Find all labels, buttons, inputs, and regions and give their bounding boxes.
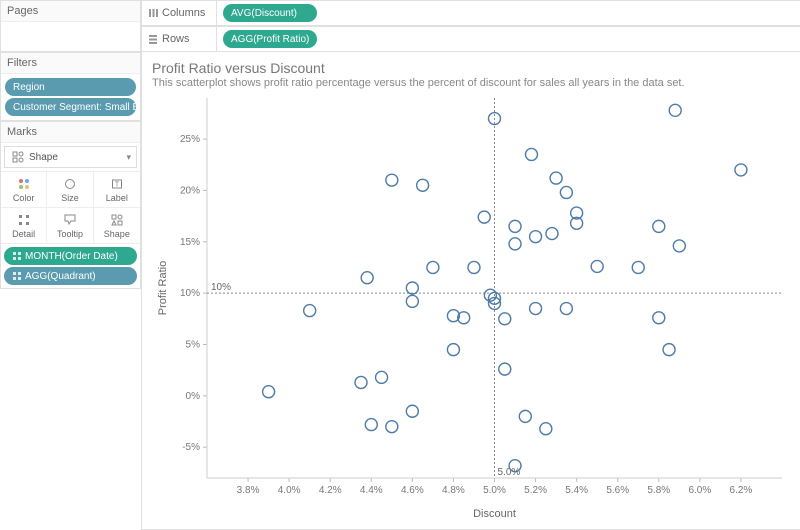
- svg-text:5.8%: 5.8%: [647, 485, 670, 496]
- svg-text:5.2%: 5.2%: [524, 485, 547, 496]
- columns-label: Columns: [162, 7, 205, 19]
- svg-text:10%: 10%: [211, 282, 231, 293]
- mark-type-dropdown[interactable]: Shape: [4, 146, 137, 168]
- filter-pill[interactable]: Customer Segment: Small Busin...: [5, 98, 136, 116]
- mark-pill[interactable]: MONTH(Order Date): [4, 247, 137, 265]
- svg-text:5.4%: 5.4%: [565, 485, 588, 496]
- svg-text:0%: 0%: [186, 391, 201, 402]
- detail-icon: [17, 213, 31, 227]
- tooltip-icon: [63, 213, 77, 227]
- columns-pill[interactable]: AVG(Discount): [223, 4, 317, 22]
- svg-text:5.6%: 5.6%: [606, 485, 629, 496]
- marks-tooltip[interactable]: Tooltip: [47, 208, 93, 244]
- filter-pill[interactable]: Region: [5, 78, 136, 96]
- svg-text:5%: 5%: [186, 339, 201, 350]
- svg-text:4.0%: 4.0%: [278, 485, 301, 496]
- columns-icon: [148, 8, 158, 18]
- marks-shape[interactable]: Shape: [94, 208, 140, 244]
- shape-card-icon: [110, 213, 124, 227]
- filters-header: Filters: [1, 53, 140, 74]
- shape-icon: [11, 150, 25, 164]
- svg-text:4.8%: 4.8%: [442, 485, 465, 496]
- marks-size[interactable]: Size: [47, 172, 93, 208]
- svg-text:-5%: -5%: [182, 442, 200, 453]
- chart-area[interactable]: -5% 0% 5% 10% 15% 20% 25% 3.8% 4.0% 4.2% 4.4% 4.6% 4…: [152, 93, 792, 523]
- svg-text:6.0%: 6.0%: [688, 485, 711, 496]
- marks-color[interactable]: Color: [1, 172, 47, 208]
- chart-title: Profit Ratio versus Discount: [152, 60, 792, 76]
- pages-panel: Pages: [0, 0, 141, 52]
- filters-body[interactable]: Region Customer Segment: Small Busin...: [1, 74, 140, 120]
- marks-detail[interactable]: Detail: [1, 208, 47, 244]
- marks-header: Marks: [1, 122, 140, 143]
- size-icon: [63, 177, 77, 191]
- marks-pills[interactable]: MONTH(Order Date) AGG(Quadrant): [1, 244, 140, 288]
- svg-text:15%: 15%: [180, 237, 200, 248]
- marks-label[interactable]: T Label: [94, 172, 140, 208]
- rows-icon: [148, 34, 158, 44]
- svg-text:5.0%: 5.0%: [483, 485, 506, 496]
- marks-grid: Color Size T Label Detail Tooltip: [1, 171, 140, 244]
- svg-text:4.6%: 4.6%: [401, 485, 424, 496]
- filters-panel: Filters Region Customer Segment: Small Bu…: [0, 52, 141, 121]
- svg-text:10%: 10%: [180, 288, 200, 299]
- svg-text:25%: 25%: [180, 134, 200, 145]
- svg-text:Discount: Discount: [473, 508, 516, 520]
- rows-label: Rows: [162, 33, 190, 45]
- chart-subtitle: This scatterplot shows profit ratio perc…: [152, 77, 792, 89]
- svg-text:5.0%: 5.0%: [498, 467, 521, 478]
- pages-header: Pages: [1, 1, 140, 22]
- svg-text:20%: 20%: [180, 185, 200, 196]
- svg-text:6.2%: 6.2%: [730, 485, 753, 496]
- label-icon: T: [110, 177, 124, 191]
- svg-text:3.8%: 3.8%: [237, 485, 260, 496]
- svg-text:T: T: [115, 181, 120, 188]
- mark-pill[interactable]: AGG(Quadrant): [4, 267, 137, 285]
- pages-body[interactable]: [1, 22, 140, 52]
- color-icon: [17, 177, 31, 191]
- svg-text:4.2%: 4.2%: [319, 485, 342, 496]
- rows-pill[interactable]: AGG(Profit Ratio): [223, 30, 317, 48]
- svg-text:4.4%: 4.4%: [360, 485, 383, 496]
- columns-shelf[interactable]: Columns AVG(Discount): [142, 0, 800, 26]
- marks-panel: Marks Shape Color Size T Label: [0, 121, 141, 289]
- rows-shelf[interactable]: Rows AGG(Profit Ratio): [142, 26, 800, 52]
- svg-text:Profit Ratio: Profit Ratio: [157, 261, 169, 315]
